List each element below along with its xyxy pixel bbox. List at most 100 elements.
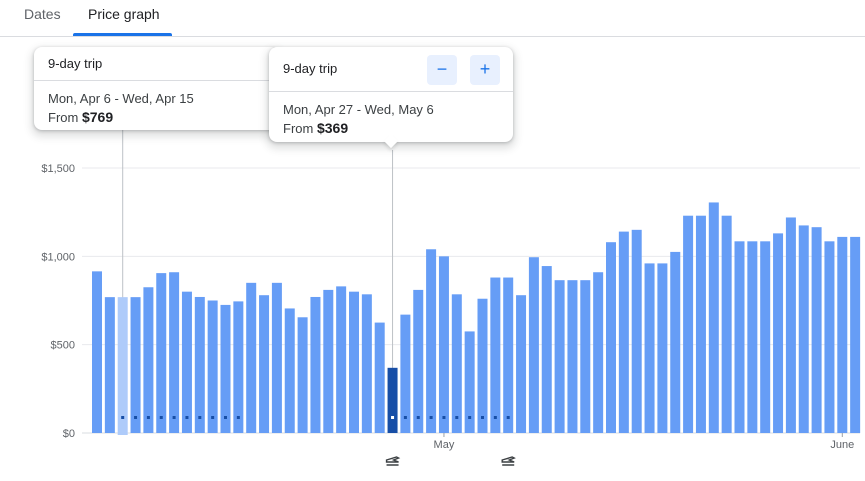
- price-bar[interactable]: [349, 291, 359, 433]
- price-bar[interactable]: [246, 282, 257, 433]
- price-bar[interactable]: [631, 229, 642, 433]
- price-bar[interactable]: [413, 289, 424, 433]
- trip-range-dot: [198, 416, 202, 419]
- price-bar[interactable]: [528, 257, 539, 433]
- price-bar[interactable]: [773, 233, 784, 433]
- price-bar[interactable]: [374, 322, 385, 433]
- trip-range-dot: [159, 416, 163, 419]
- price-bar[interactable]: [259, 295, 270, 433]
- trip-price: $369: [316, 120, 349, 136]
- price-bar[interactable]: [92, 271, 102, 433]
- trip-price: $769: [81, 109, 114, 125]
- price-bar[interactable]: [220, 304, 231, 433]
- trip-range-dot: [146, 416, 150, 419]
- price-bar[interactable]: [438, 256, 449, 433]
- trip-range-dot: [172, 416, 176, 419]
- price-bar[interactable]: [580, 280, 591, 433]
- trip-range-dot: [442, 416, 446, 419]
- price-bar[interactable]: [503, 277, 514, 433]
- trip-range-dot: [403, 416, 407, 419]
- price-bar[interactable]: [130, 297, 141, 433]
- price-bar[interactable]: [477, 298, 488, 433]
- zoom-out-button[interactable]: −: [427, 55, 457, 85]
- takeoff-icon: [385, 456, 401, 466]
- price-bar[interactable]: [850, 236, 861, 433]
- price-bar[interactable]: [798, 225, 809, 433]
- price-bar[interactable]: [657, 263, 668, 433]
- trip-dates: Mon, Apr 6 - Wed, Apr 15: [48, 91, 194, 106]
- trip-range-dot: [224, 416, 227, 419]
- price-bar[interactable]: [297, 317, 308, 433]
- price-bar-hovered[interactable]: [117, 297, 128, 435]
- price-bar[interactable]: [708, 202, 719, 433]
- price-bar[interactable]: [516, 295, 527, 433]
- price-bar[interactable]: [606, 242, 616, 433]
- price-bar[interactable]: [695, 215, 706, 433]
- price-bar[interactable]: [156, 273, 167, 433]
- from-label: From: [48, 110, 79, 125]
- y-tick-label: $500: [51, 340, 75, 352]
- price-bar[interactable]: [618, 231, 629, 433]
- price-bar[interactable]: [734, 241, 745, 433]
- price-bar[interactable]: [567, 280, 578, 433]
- price-bar[interactable]: [451, 294, 462, 433]
- price-bar[interactable]: [271, 282, 282, 433]
- price-bar[interactable]: [593, 272, 604, 433]
- trip-range-dot: [468, 416, 472, 419]
- price-bar[interactable]: [541, 266, 552, 433]
- y-tick-label: $1,000: [41, 251, 75, 263]
- landing-icon-shape: [501, 456, 516, 466]
- price-bar[interactable]: [824, 241, 835, 433]
- price-bar[interactable]: [194, 296, 205, 433]
- price-bar[interactable]: [554, 280, 565, 433]
- price-bar[interactable]: [721, 215, 732, 433]
- trip-range-dot: [236, 416, 240, 419]
- price-bar[interactable]: [143, 287, 154, 433]
- zoom-in-button[interactable]: +: [470, 55, 500, 85]
- x-tick-label: May: [434, 439, 455, 451]
- price-bar[interactable]: [169, 272, 180, 433]
- price-bar[interactable]: [336, 286, 347, 433]
- trip-range-dot: [185, 416, 189, 419]
- price-bar[interactable]: [400, 314, 411, 433]
- price-bar[interactable]: [104, 297, 115, 433]
- price-bar[interactable]: [670, 251, 681, 433]
- trip-range-dot: [211, 416, 215, 419]
- trip-dates: Mon, Apr 27 - Wed, May 6: [283, 102, 434, 117]
- price-bar[interactable]: [785, 217, 796, 433]
- price-bar[interactable]: [207, 300, 218, 434]
- price-bar[interactable]: [284, 308, 295, 433]
- price-bar[interactable]: [426, 249, 437, 433]
- trip-range-dot: [134, 416, 138, 419]
- trip-range-dot: [493, 416, 497, 419]
- price-bar[interactable]: [811, 227, 822, 433]
- price-bar[interactable]: [181, 291, 192, 433]
- price-bar[interactable]: [683, 215, 694, 433]
- price-bar[interactable]: [490, 277, 501, 433]
- x-tick-label: June: [830, 439, 854, 451]
- landing-icon: [501, 456, 516, 466]
- takeoff-icon-shape: [385, 456, 401, 466]
- trip-range-dot: [391, 416, 395, 419]
- price-bar[interactable]: [747, 241, 758, 433]
- trip-range-dot: [506, 416, 510, 419]
- y-tick-label: $1,500: [41, 163, 75, 175]
- trip-range-dot: [121, 416, 125, 419]
- y-tick-label: $0: [63, 428, 75, 440]
- trip-range-dot: [429, 416, 433, 419]
- trip-range-dot: [455, 416, 459, 419]
- trip-range-dot: [481, 416, 484, 419]
- trip-price-line: From $769: [48, 108, 265, 127]
- price-bar-selected[interactable]: [387, 367, 398, 433]
- price-bar[interactable]: [837, 236, 848, 433]
- price-bar[interactable]: [644, 263, 655, 433]
- price-bar[interactable]: [323, 289, 334, 433]
- price-bar[interactable]: [361, 294, 372, 433]
- trip-length-label: 9-day trip: [34, 47, 279, 81]
- price-bar[interactable]: [310, 296, 321, 433]
- price-bar[interactable]: [760, 241, 771, 433]
- price-bar[interactable]: [233, 301, 244, 433]
- trip-range-dot: [416, 416, 420, 419]
- tooltip-card-right: 9-day trip − + Mon, Apr 27 - Wed, May 6 …: [269, 47, 513, 149]
- from-label: From: [283, 121, 314, 136]
